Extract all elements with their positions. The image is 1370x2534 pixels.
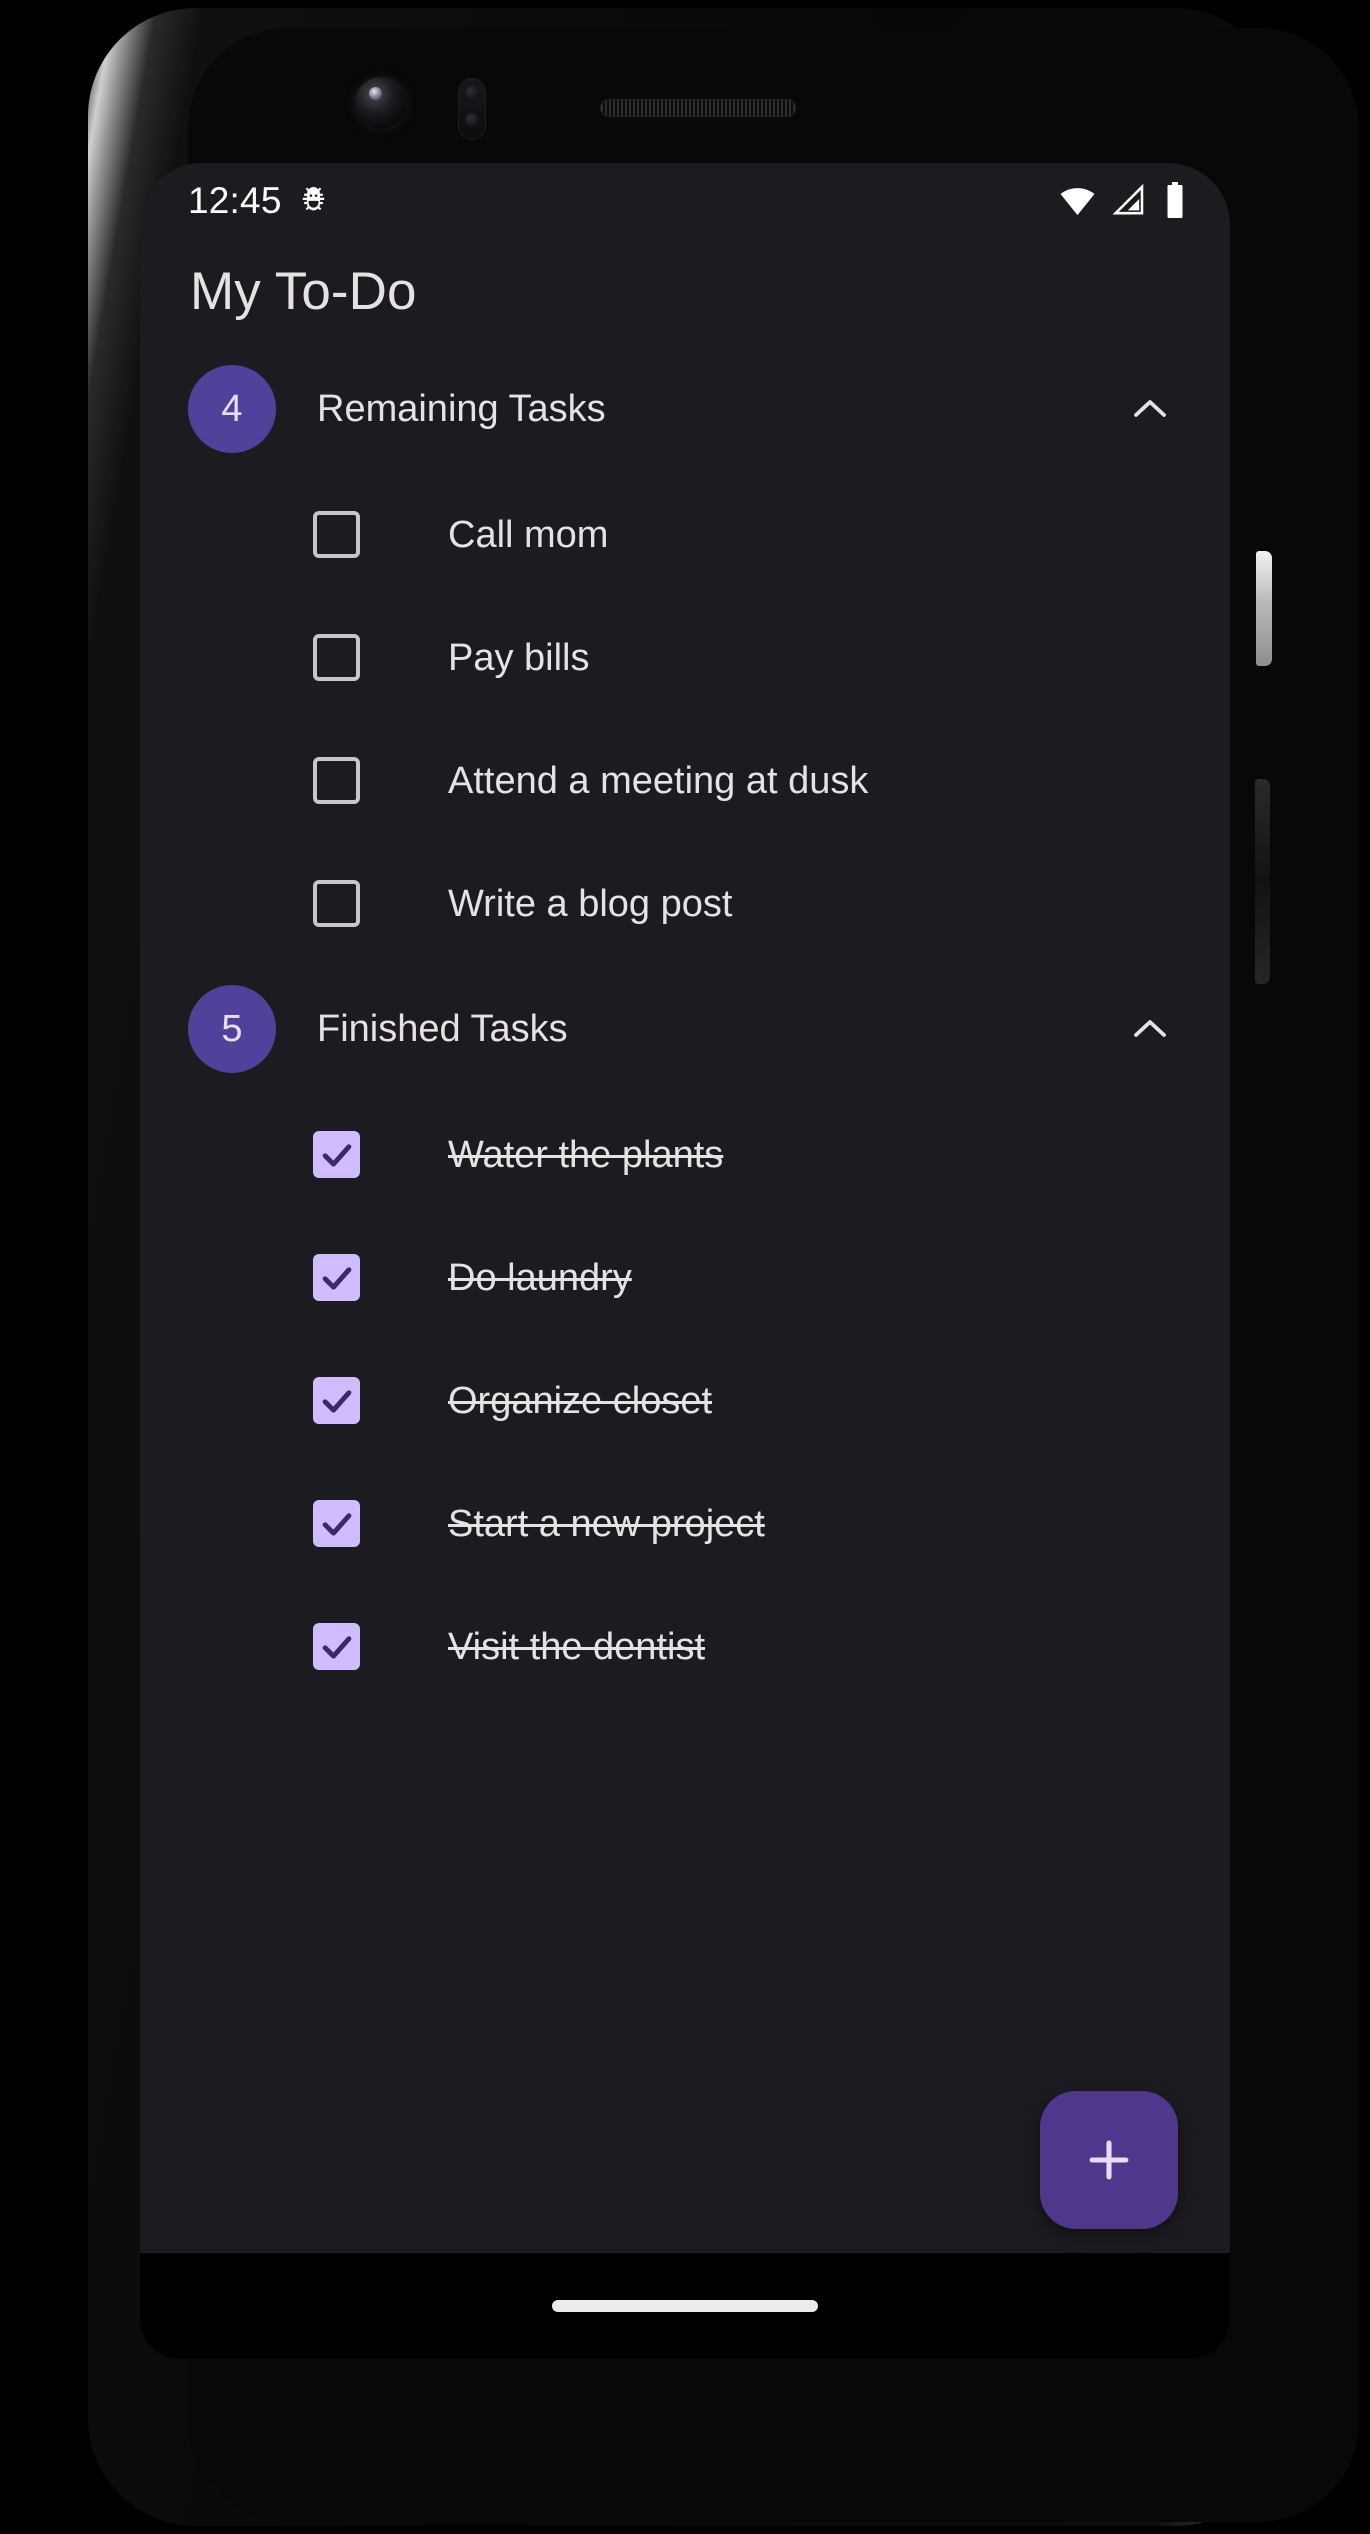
cellular-signal-icon: [1112, 182, 1148, 218]
front-camera-icon: [355, 77, 407, 129]
power-button[interactable]: [1256, 551, 1272, 666]
task-checkbox[interactable]: [313, 757, 360, 804]
task-row[interactable]: Write a blog post: [140, 842, 1230, 965]
chevron-up-icon[interactable]: [1126, 1005, 1174, 1053]
task-row[interactable]: Pay bills: [140, 596, 1230, 719]
finished-section-title: Finished Tasks: [317, 1008, 568, 1050]
phone-screen: 12:45 My To-Do 4 Remaining Tasks Call mo…: [140, 163, 1230, 2359]
task-label: Visit the dentist: [448, 1625, 706, 1668]
bug-icon: [297, 184, 330, 217]
volume-rocker-button[interactable]: [1255, 779, 1270, 984]
check-icon: [322, 1512, 351, 1536]
system-navigation-bar: [140, 2253, 1230, 2359]
screenshot-root: 12:45 My To-Do 4 Remaining Tasks Call mo…: [0, 0, 1370, 2534]
task-label: Do laundry: [448, 1256, 632, 1299]
task-checkbox[interactable]: [313, 634, 360, 681]
wifi-icon: [1059, 182, 1096, 219]
page-title: My To-Do: [190, 261, 417, 321]
task-label: Start a new project: [448, 1502, 765, 1545]
status-time: 12:45: [188, 179, 282, 221]
battery-icon: [1164, 182, 1186, 218]
plus-icon: [1089, 2140, 1129, 2180]
add-task-fab[interactable]: [1040, 2091, 1178, 2229]
section-header-finished[interactable]: 5 Finished Tasks: [140, 965, 1230, 1093]
proximity-sensor-icon: [458, 78, 486, 140]
finished-count-badge: 5: [188, 985, 276, 1073]
task-row[interactable]: Attend a meeting at dusk: [140, 719, 1230, 842]
task-checkbox[interactable]: [313, 1623, 360, 1670]
task-checkbox[interactable]: [313, 880, 360, 927]
task-label: Pay bills: [448, 636, 590, 679]
task-checkbox[interactable]: [313, 1254, 360, 1301]
task-row[interactable]: Visit the dentist: [140, 1585, 1230, 1708]
check-icon: [322, 1143, 351, 1167]
task-checkbox[interactable]: [313, 1131, 360, 1178]
task-checkbox[interactable]: [313, 1377, 360, 1424]
task-row[interactable]: Start a new project: [140, 1462, 1230, 1585]
remaining-section-title: Remaining Tasks: [317, 388, 606, 430]
task-checkbox[interactable]: [313, 1500, 360, 1547]
remaining-count-badge: 4: [188, 365, 276, 453]
task-checkbox[interactable]: [313, 511, 360, 558]
check-icon: [322, 1389, 351, 1413]
task-row[interactable]: Call mom: [140, 473, 1230, 596]
finished-count-value: 5: [221, 1008, 243, 1050]
chevron-up-icon[interactable]: [1126, 385, 1174, 433]
status-bar: 12:45: [140, 163, 1230, 237]
task-label: Write a blog post: [448, 882, 733, 925]
task-row[interactable]: Organize closet: [140, 1339, 1230, 1462]
task-label: Attend a meeting at dusk: [448, 759, 869, 802]
check-icon: [322, 1635, 351, 1659]
task-label: Organize closet: [448, 1379, 713, 1422]
remaining-count-value: 4: [221, 388, 243, 430]
task-label: Water the plants: [448, 1133, 724, 1176]
status-bar-left: 12:45: [188, 182, 330, 219]
task-row[interactable]: Do laundry: [140, 1216, 1230, 1339]
app-bar: My To-Do: [140, 237, 1230, 345]
earpiece-speaker: [600, 99, 796, 117]
check-icon: [322, 1266, 351, 1290]
home-gesture-pill[interactable]: [552, 2300, 818, 2312]
task-row[interactable]: Water the plants: [140, 1093, 1230, 1216]
task-list: 4 Remaining Tasks Call mom Pay bills Att…: [140, 345, 1230, 2359]
task-label: Call mom: [448, 513, 609, 556]
status-bar-right: [1059, 182, 1186, 219]
section-header-remaining[interactable]: 4 Remaining Tasks: [140, 345, 1230, 473]
